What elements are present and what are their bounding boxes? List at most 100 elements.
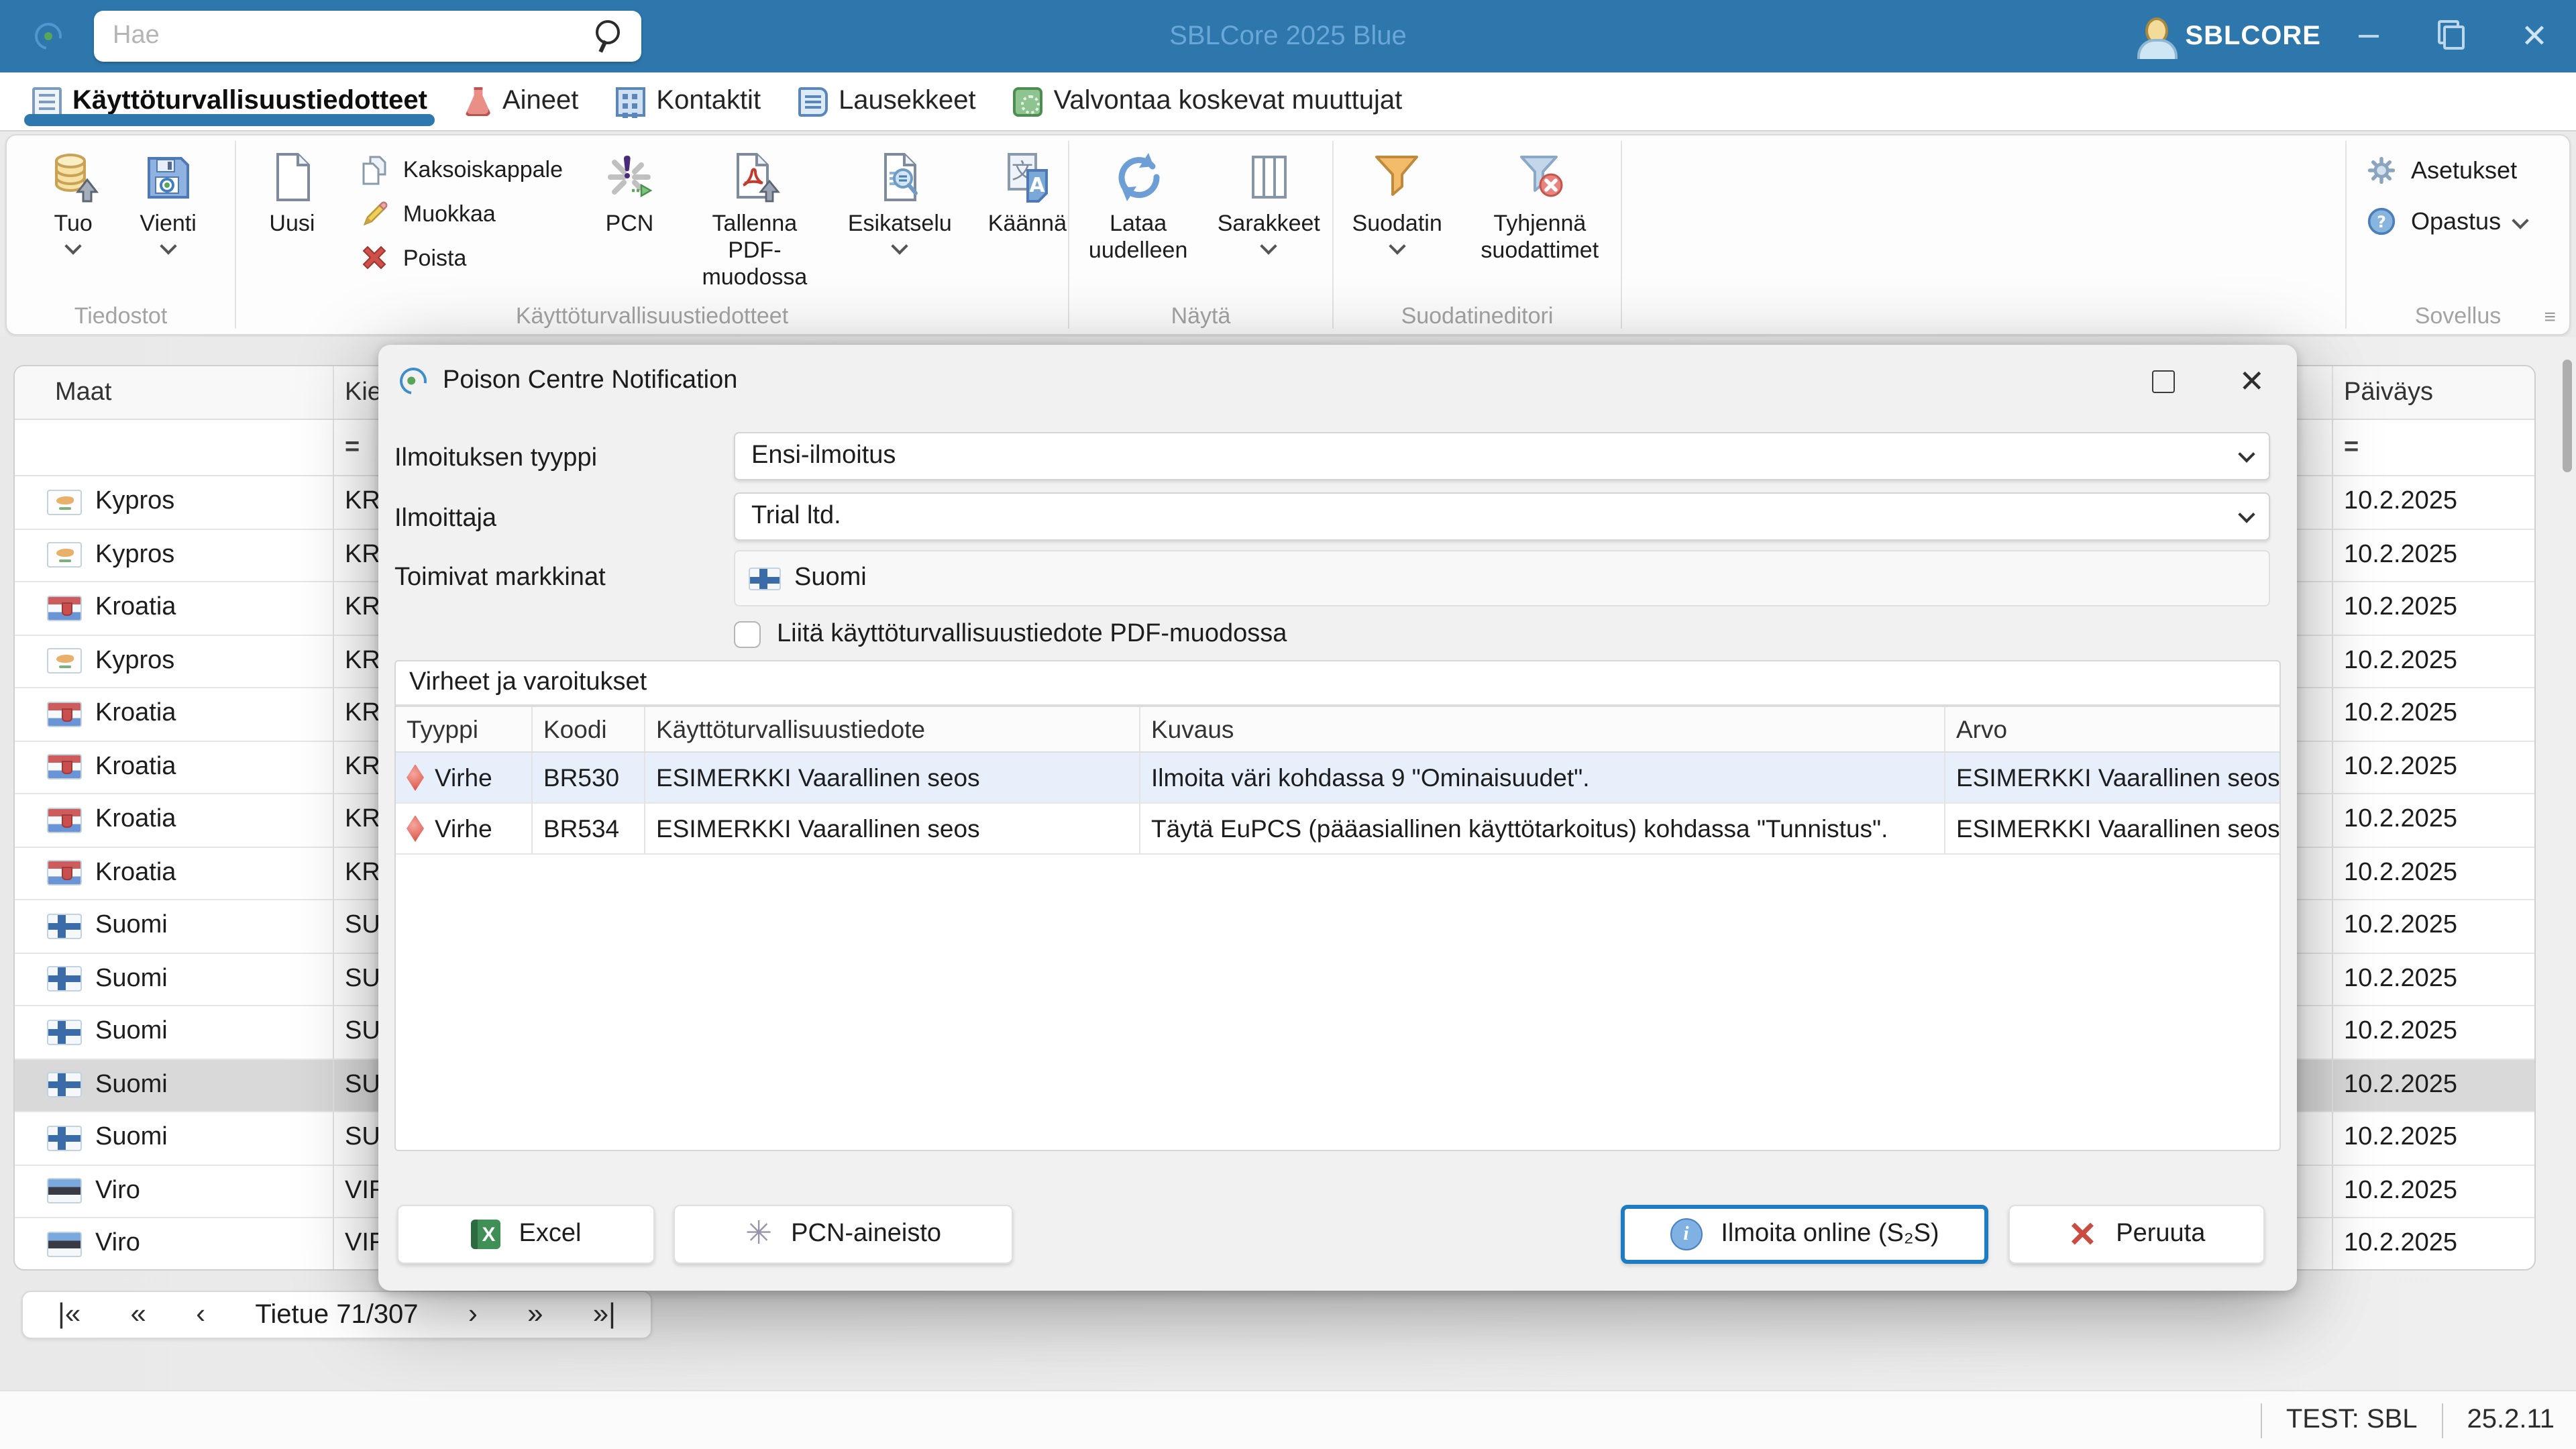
country-cell: Kroatia <box>95 594 176 623</box>
country-flag-icon <box>47 1020 82 1045</box>
column-header-arvo[interactable]: Arvo <box>1945 707 2279 751</box>
attach-pdf-checkbox[interactable] <box>734 621 761 648</box>
filter-cell-maat[interactable] <box>15 420 334 475</box>
ribbon-group-label: Näytä <box>1069 299 1332 334</box>
columns-label: Sarakkeet <box>1218 211 1320 237</box>
date-cell: 10.2.2025 <box>2344 700 2457 729</box>
pcn-asterisk-icon: ✳ <box>745 1218 772 1250</box>
chevron-down-icon[interactable] <box>1389 237 1405 254</box>
delete-button[interactable]: Poista <box>359 243 563 275</box>
tab-valvontaa-koskevat-muuttujat[interactable]: Valvontaa koskevat muuttujat <box>1014 72 1403 130</box>
poison-centre-notification-dialog: Poison Centre Notification ✕ Ilmoituksen… <box>378 345 2297 1291</box>
minimize-button[interactable] <box>2326 0 2410 72</box>
dialog-close-button[interactable]: ✕ <box>2239 363 2265 399</box>
attach-pdf-option[interactable]: Liitä käyttöturvallisuustiedote PDF-muod… <box>734 620 1287 649</box>
translate-button[interactable]: 文 A Käännä <box>987 149 1068 237</box>
duplicate-button[interactable]: Kaksoiskappale <box>359 154 563 186</box>
chevron-down-icon[interactable] <box>1260 237 1277 254</box>
errors-warnings-panel: Virheet ja varoitukset Tyyppi Koodi Käyt… <box>394 660 2281 1151</box>
delete-icon <box>359 243 391 275</box>
export-button[interactable]: Vienti <box>140 149 196 252</box>
fast-next-button[interactable]: » <box>527 1299 543 1331</box>
error-description: Ilmoita väri kohdassa 9 "Ominaisuudet". <box>1151 763 1590 792</box>
window-controls: ✕ <box>2326 0 2576 72</box>
date-cell: 10.2.2025 <box>2344 753 2457 782</box>
error-type: Virhe <box>435 814 492 843</box>
duplicate-label: Kaksoiskappale <box>403 157 563 184</box>
country-flag-icon <box>47 808 82 833</box>
column-header-kuvaus[interactable]: Kuvaus <box>1140 707 1945 751</box>
country-flag-icon <box>47 861 82 886</box>
tab-aineet[interactable]: Aineet <box>465 72 578 130</box>
chevron-down-icon[interactable] <box>2512 211 2528 228</box>
tab-kayttoturvallisuustiedotteet[interactable]: Käyttöturvallisuustiedotteet <box>32 72 427 130</box>
excel-button[interactable]: X Excel <box>397 1205 655 1264</box>
fast-prev-button[interactable]: « <box>131 1299 146 1331</box>
ribbon-options-icon[interactable]: ≡ <box>2544 306 2556 329</box>
error-type: Virhe <box>435 763 492 792</box>
first-record-button[interactable]: |« <box>58 1299 80 1331</box>
reload-button[interactable]: Lataa uudelleen <box>1071 149 1205 264</box>
restore-button[interactable] <box>2410 0 2493 72</box>
edit-button[interactable]: Muokkaa <box>359 199 563 231</box>
preview-button[interactable]: Esikatselu <box>848 149 952 252</box>
chevron-down-icon[interactable] <box>64 237 81 254</box>
app-logo-icon <box>394 362 432 400</box>
cancel-button[interactable]: ✕ Peruuta <box>2008 1205 2265 1264</box>
next-record-button[interactable]: › <box>468 1299 478 1331</box>
reload-label: Lataa uudelleen <box>1071 211 1205 264</box>
column-header-paivays[interactable]: Päiväys <box>2333 366 2534 419</box>
new-button[interactable]: Uusi <box>260 149 324 237</box>
error-value: ESIMERKKI Vaarallinen seos <box>1956 763 2279 792</box>
pcn-material-button[interactable]: ✳ PCN-aineisto <box>674 1205 1013 1264</box>
error-sds: ESIMERKKI Vaarallinen seos <box>656 763 980 792</box>
country-flag-icon <box>47 702 82 727</box>
pcn-material-label: PCN-aineisto <box>791 1220 941 1249</box>
country-flag-icon <box>47 1073 82 1098</box>
user-account[interactable]: SBLCORE <box>2137 0 2321 72</box>
country-cell: Kroatia <box>95 700 176 729</box>
refresh-icon <box>1110 149 1167 205</box>
ribbon-group-label: Käyttöturvallisuustiedotteet <box>236 299 1068 334</box>
markets-field[interactable]: Suomi <box>734 550 2270 606</box>
country-cell: Suomi <box>95 1124 168 1153</box>
country-flag-icon <box>47 1232 82 1257</box>
chevron-down-icon[interactable] <box>892 237 908 254</box>
tab-label: Aineet <box>502 86 578 117</box>
ribbon-group-suodatineditori: Suodatin Tyhjennä suodattimet Suodatined… <box>1334 136 1621 334</box>
country-flag-icon <box>47 649 82 674</box>
excel-icon: X <box>471 1220 500 1249</box>
last-record-button[interactable]: »| <box>593 1299 616 1331</box>
dialog-title: Poison Centre Notification <box>443 366 2135 396</box>
help-button[interactable]: ? Opastus <box>2365 205 2526 237</box>
settings-button[interactable]: Asetukset <box>2365 154 2517 186</box>
submit-online-button[interactable]: i Ilmoita online (S₂S) <box>1621 1205 1988 1264</box>
notifier-select[interactable]: Trial ltd. <box>734 492 2270 541</box>
date-cell: 10.2.2025 <box>2344 488 2457 517</box>
column-header-maat[interactable]: Maat <box>15 366 334 419</box>
regulation-icon <box>1014 87 1043 116</box>
country-flag-icon <box>47 755 82 780</box>
country-cell: Viro <box>95 1230 140 1259</box>
chevron-down-icon[interactable] <box>160 237 176 254</box>
pcn-button[interactable]: PCN <box>598 149 661 237</box>
filter-cell-paivays[interactable]: = <box>2333 420 2534 475</box>
filter-button[interactable]: Suodatin <box>1336 149 1459 252</box>
column-header-tyyppi[interactable]: Tyyppi <box>396 707 533 751</box>
tab-lausekkeet[interactable]: Lausekkeet <box>798 72 976 130</box>
error-row[interactable]: Virhe BR530 ESIMERKKI Vaarallinen seos I… <box>396 753 2279 804</box>
columns-button[interactable]: Sarakkeet <box>1207 149 1330 252</box>
tab-label: Käyttöturvallisuustiedotteet <box>72 86 427 117</box>
import-button[interactable]: Tuo <box>45 149 101 252</box>
column-header-kayttoturvallisuustiedote[interactable]: Käyttöturvallisuustiedote <box>645 707 1140 751</box>
close-button[interactable]: ✕ <box>2493 0 2576 72</box>
tab-kontaktit[interactable]: Kontaktit <box>616 72 761 130</box>
vertical-scrollbar[interactable] <box>2563 360 2572 472</box>
dialog-maximize-button[interactable] <box>2151 370 2174 392</box>
notification-type-select[interactable]: Ensi-ilmoitus <box>734 432 2270 480</box>
save-pdf-button[interactable]: Tallenna PDF-muodossa <box>696 149 813 291</box>
prev-record-button[interactable]: ‹ <box>196 1299 205 1331</box>
clear-filters-button[interactable]: Tyhjennä suodattimet <box>1460 149 1619 264</box>
column-header-koodi[interactable]: Koodi <box>533 707 645 751</box>
error-row[interactable]: Virhe BR534 ESIMERKKI Vaarallinen seos T… <box>396 804 2279 855</box>
